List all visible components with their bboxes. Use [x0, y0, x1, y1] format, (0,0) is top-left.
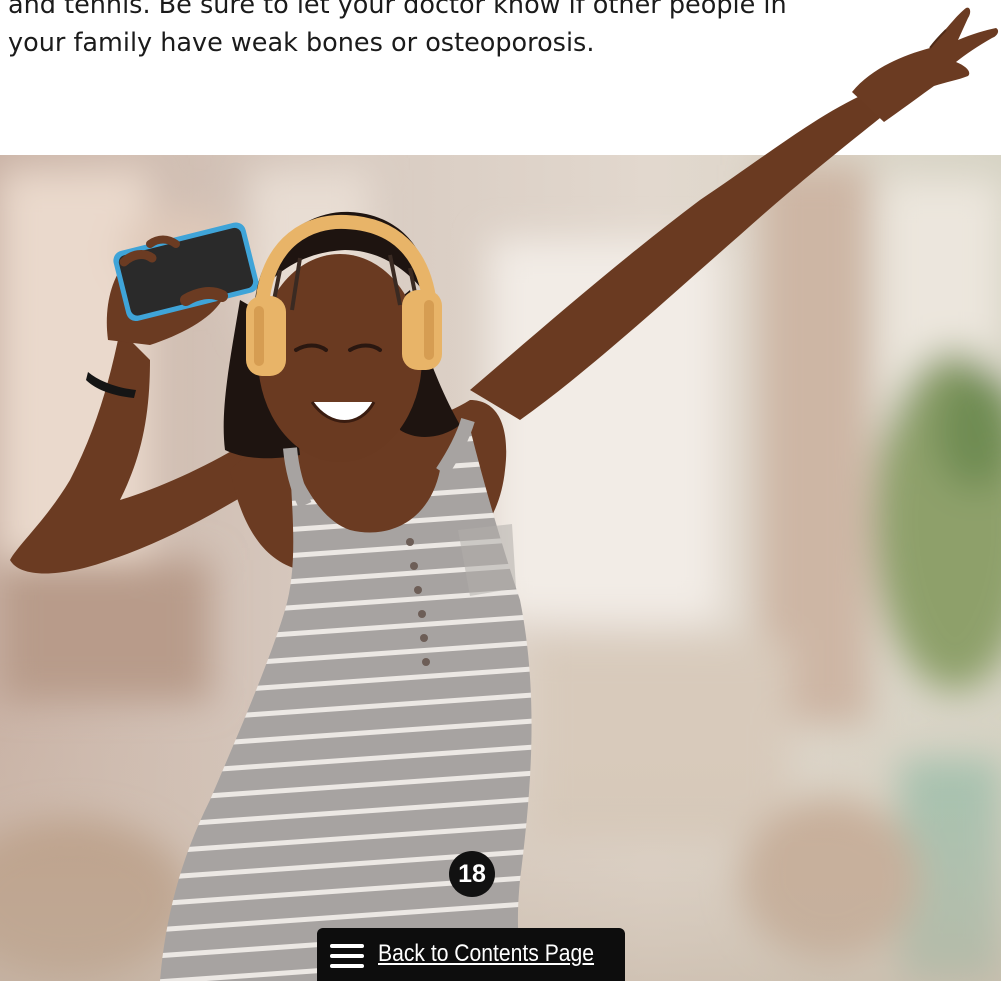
body-line-1: and tennis. Be sure to let your doctor k… — [8, 0, 787, 20]
body-line-2: your family have weak bones or osteoporo… — [8, 28, 595, 58]
back-to-contents-button[interactable]: Back to Contents Page — [317, 928, 625, 981]
body-paragraph: and tennis. Be sure to let your doctor k… — [8, 0, 868, 62]
hero-photo — [0, 0, 1001, 981]
menu-icon — [330, 944, 364, 968]
page-number-badge: 18 — [449, 851, 495, 897]
back-to-contents-label[interactable]: Back to Contents Page — [378, 938, 594, 970]
